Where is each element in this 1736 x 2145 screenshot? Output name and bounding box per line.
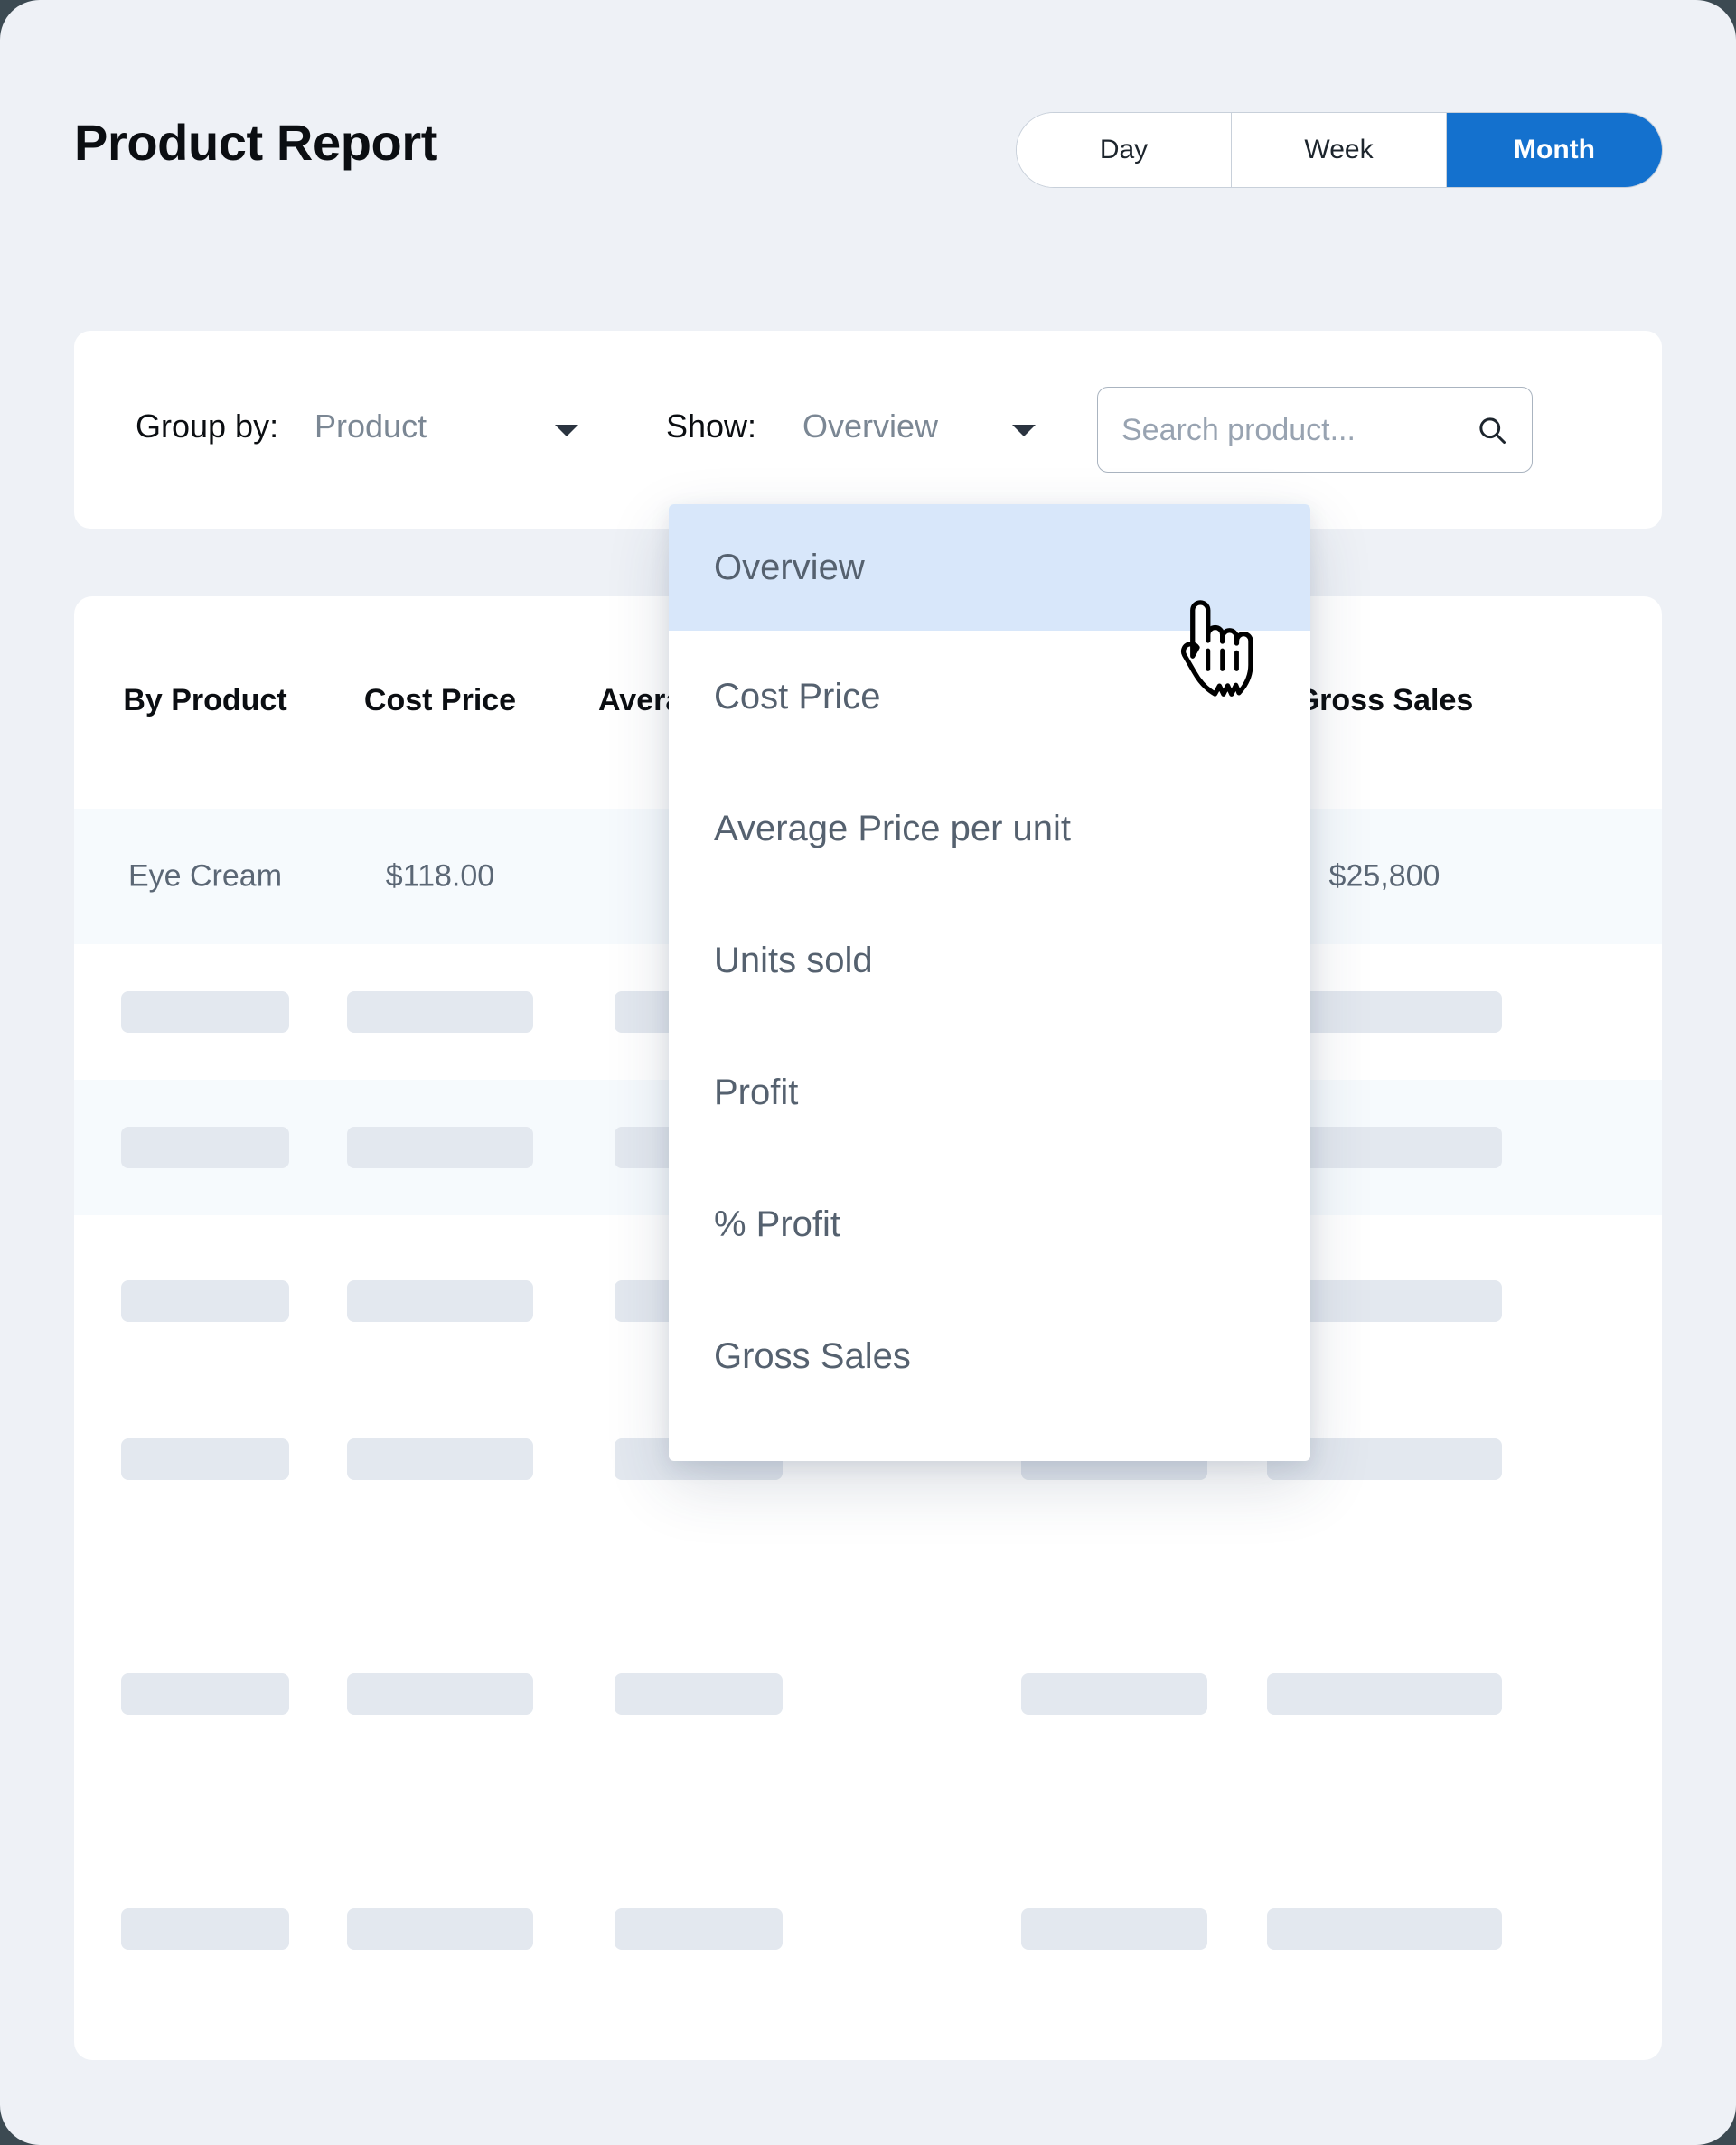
skeleton-cell [1267, 1908, 1502, 1950]
skeleton-cell [1267, 1673, 1502, 1715]
skeleton-cell [121, 1438, 289, 1480]
skeleton-cell [1021, 1908, 1207, 1950]
group-by-label: Group by: [136, 407, 278, 445]
skeleton-cell [121, 1127, 289, 1168]
period-segmented-control[interactable]: Day Week Month [1016, 112, 1663, 188]
skeleton-cell [347, 1438, 533, 1480]
search-icon[interactable] [1476, 414, 1508, 446]
search-input[interactable] [1120, 388, 1449, 473]
cell-cost-price: $118.00 [336, 859, 544, 895]
column-header-by-product[interactable]: By Product [92, 683, 318, 718]
show-select[interactable]: Overview [802, 407, 938, 445]
skeleton-cell [121, 1908, 289, 1950]
menu-item-overview[interactable]: Overview [669, 504, 1310, 631]
tab-week[interactable]: Week [1232, 113, 1447, 187]
table-row[interactable] [74, 1626, 1662, 1762]
menu-item-gross-sales[interactable]: Gross Sales [669, 1290, 1310, 1422]
group-by-select[interactable]: Product [314, 407, 427, 445]
skeleton-cell [1021, 1673, 1207, 1715]
cell-by-product: Eye Cream [92, 859, 318, 895]
chevron-down-icon[interactable] [1012, 425, 1036, 436]
chevron-down-icon[interactable] [555, 425, 578, 436]
page-header: Product Report Day Week Month [0, 0, 1736, 271]
search-product-box[interactable] [1097, 387, 1533, 473]
show-label: Show: [666, 407, 756, 445]
skeleton-cell [347, 1673, 533, 1715]
table-row[interactable] [74, 1861, 1662, 1997]
menu-item-percent-profit[interactable]: % Profit [669, 1158, 1310, 1290]
skeleton-cell [121, 991, 289, 1033]
skeleton-cell [121, 1280, 289, 1322]
skeleton-cell [121, 1673, 289, 1715]
menu-item-profit[interactable]: Profit [669, 1026, 1310, 1158]
tab-month[interactable]: Month [1447, 113, 1662, 187]
filter-bar: Group by: Product Show: Overview [74, 331, 1662, 529]
skeleton-cell [347, 1280, 533, 1322]
app-frame: Product Report Day Week Month Group by: … [0, 0, 1736, 2145]
skeleton-cell [347, 1908, 533, 1950]
show-dropdown-menu[interactable]: Overview Cost Price Average Price per un… [669, 504, 1310, 1461]
skeleton-cell [347, 1127, 533, 1168]
tab-day[interactable]: Day [1017, 113, 1232, 187]
menu-item-cost-price[interactable]: Cost Price [669, 631, 1310, 763]
skeleton-cell [347, 991, 533, 1033]
column-header-cost-price[interactable]: Cost Price [336, 683, 544, 718]
menu-item-average-price-per-unit[interactable]: Average Price per unit [669, 763, 1310, 895]
page-title: Product Report [74, 113, 437, 172]
menu-item-units-sold[interactable]: Units sold [669, 895, 1310, 1026]
skeleton-cell [615, 1673, 783, 1715]
skeleton-cell [615, 1908, 783, 1950]
